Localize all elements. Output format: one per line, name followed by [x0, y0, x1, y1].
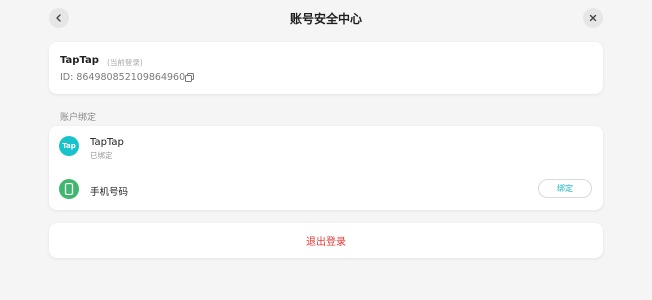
taptap-logo-icon: Tap [59, 136, 79, 156]
account-name: TapTap [60, 55, 99, 66]
logout-label: 退出登录 [306, 237, 346, 248]
account-id: ID: 864980852109864960 [60, 72, 186, 83]
section-label-account-binding: 账户绑定 [60, 113, 97, 123]
binding-item-phone-title: 手机号码 [90, 187, 129, 198]
current-login-tag: (当前登录) [107, 58, 143, 67]
copy-icon[interactable] [185, 73, 194, 82]
close-button[interactable] [583, 8, 603, 28]
account-binding-card: Tap TapTap 已绑定 手机号码 绑定 [49, 126, 603, 210]
logout-button[interactable]: 退出登录 [49, 223, 603, 258]
bind-phone-button[interactable]: 绑定 [538, 179, 592, 198]
binding-item-taptap-status: 已绑定 [90, 151, 113, 160]
account-card: TapTap (当前登录) ID: 864980852109864960 [49, 42, 603, 94]
header-bar: 账号安全中心 [0, 0, 652, 36]
phone-icon [59, 179, 79, 199]
binding-item-taptap-title: TapTap [90, 137, 124, 148]
close-icon [589, 14, 597, 22]
page-title: 账号安全中心 [289, 12, 362, 26]
